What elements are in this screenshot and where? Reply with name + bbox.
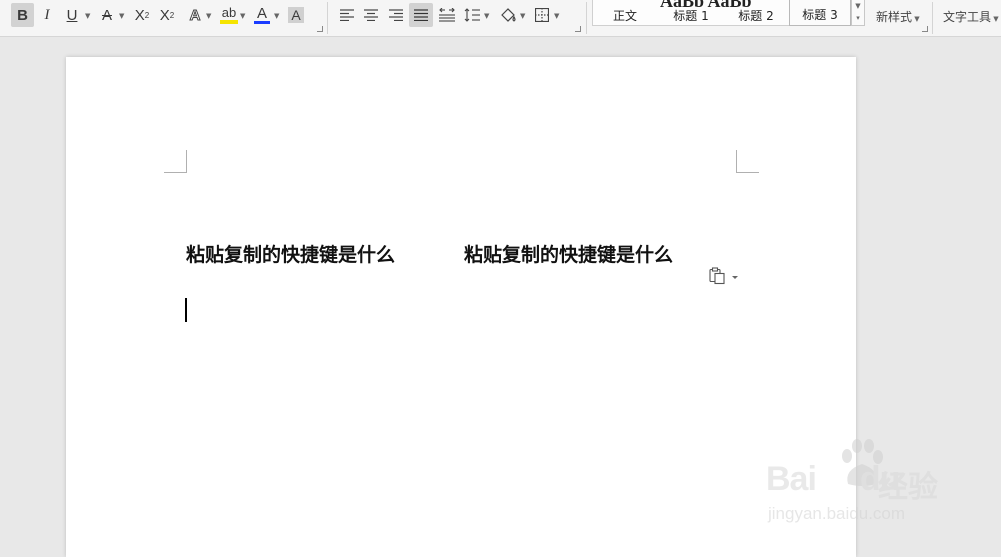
font-color-dropdown-icon[interactable]: ▼: [274, 12, 279, 20]
document-text[interactable]: 粘贴复制的快捷键是什么: [464, 240, 673, 267]
bold-label: B: [17, 6, 28, 24]
group-divider: [327, 2, 328, 34]
style-item-label: 标题 2: [738, 9, 774, 23]
document-text[interactable]: 粘贴复制的快捷键是什么: [186, 240, 395, 267]
borders-icon: [535, 8, 549, 22]
strikethrough-dropdown-icon[interactable]: ▼: [119, 12, 124, 20]
distributed-align-icon: [439, 8, 455, 22]
bold-button[interactable]: B: [11, 3, 34, 27]
highlight-button[interactable]: ab: [217, 3, 241, 27]
group-divider: [932, 2, 933, 34]
char-shading-label: A: [288, 7, 304, 23]
text-effect-button[interactable]: A: [184, 3, 206, 27]
style-item-label: 标题 1: [673, 9, 709, 23]
styles-dialog-launcher-icon[interactable]: [922, 26, 928, 32]
italic-label: I: [44, 6, 50, 23]
align-center-icon: [364, 9, 378, 21]
shading-button[interactable]: [497, 3, 519, 27]
underline-button[interactable]: U: [61, 3, 83, 27]
watermark-url: jingyan.baidu.com: [768, 504, 906, 523]
align-left-icon: [340, 9, 354, 21]
style-item-label: 正文: [612, 9, 637, 23]
document-page[interactable]: 粘贴复制的快捷键是什么 粘贴复制的快捷键是什么: [66, 57, 856, 557]
underline-dropdown-icon[interactable]: ▼: [85, 12, 90, 20]
chevron-down-icon: ▼: [912, 15, 920, 23]
justify-button[interactable]: [409, 3, 433, 27]
paragraph-dialog-launcher-icon[interactable]: [575, 26, 581, 32]
watermark-cn: 经验: [878, 470, 938, 505]
style-item-normal[interactable]: 正文: [594, 0, 656, 26]
highlight-color-bar: [220, 20, 238, 24]
font-color-bar: [254, 21, 270, 24]
chevron-down-icon: ▼: [991, 15, 999, 23]
paint-bucket-icon: [501, 8, 516, 22]
italic-button[interactable]: I: [37, 3, 57, 27]
strikethrough-label: A: [101, 6, 112, 24]
style-item-label: 标题 3: [802, 8, 838, 22]
align-center-button[interactable]: [360, 3, 382, 27]
baidu-jingyan-watermark: Bai du 经验 jingyan.baidu.com: [766, 438, 996, 530]
underline-label: U: [66, 6, 78, 24]
font-color-label: A: [256, 5, 267, 22]
new-style-button[interactable]: 新样式 ▼: [876, 8, 920, 25]
justify-icon: [414, 9, 428, 21]
group-divider: [586, 2, 587, 34]
strikethrough-button[interactable]: A: [96, 3, 118, 27]
font-color-button[interactable]: A: [251, 3, 273, 27]
margin-corner-mark: [164, 150, 187, 173]
align-left-button[interactable]: [336, 3, 358, 27]
superscript-button[interactable]: X2: [131, 3, 153, 27]
text-cursor: [185, 298, 187, 322]
style-item-heading2[interactable]: 标题 2: [725, 0, 787, 26]
subscript-label: X: [159, 6, 170, 24]
new-style-label: 新样式: [876, 10, 913, 24]
shading-dropdown-icon[interactable]: ▼: [520, 12, 525, 20]
text-effect-dropdown-icon[interactable]: ▼: [206, 12, 211, 20]
highlight-dropdown-icon[interactable]: ▼: [240, 12, 245, 20]
style-item-heading3[interactable]: 标题 3: [789, 0, 851, 26]
line-spacing-button[interactable]: [461, 3, 483, 27]
margin-corner-mark: [736, 150, 759, 173]
borders-dropdown-icon[interactable]: ▼: [554, 12, 559, 20]
highlight-label: ab: [221, 5, 237, 20]
distributed-align-button[interactable]: [436, 3, 458, 27]
char-shading-button[interactable]: A: [286, 3, 306, 27]
clipboard-icon: [709, 267, 738, 285]
formatting-ribbon: B I U ▼ A ▼ X2 X2 A ▼ ab ▼ A ▼ A ▼ ▼ ▼ A…: [0, 0, 1001, 37]
superscript-mark: 2: [144, 10, 150, 20]
superscript-label: X: [134, 6, 145, 24]
align-right-icon: [389, 9, 403, 21]
align-right-button[interactable]: [385, 3, 407, 27]
borders-button[interactable]: [531, 3, 553, 27]
text-tools-label: 文字工具: [943, 10, 992, 24]
line-spacing-dropdown-icon[interactable]: ▼: [484, 12, 489, 20]
text-tools-button[interactable]: 文字工具 ▼: [943, 8, 999, 25]
font-dialog-launcher-icon[interactable]: [317, 26, 323, 32]
styles-gallery-more-button[interactable]: ▼ ▾: [851, 0, 865, 26]
paste-options-button[interactable]: [708, 267, 738, 287]
style-item-heading1[interactable]: 标题 1: [660, 0, 722, 26]
watermark-brand-head: Bai: [766, 460, 817, 498]
subscript-button[interactable]: X2: [156, 3, 178, 27]
text-effect-label: A: [189, 6, 201, 24]
line-spacing-icon: [464, 8, 480, 22]
subscript-mark: 2: [169, 10, 175, 20]
chevron-down-icon: ▼ ▾: [855, 2, 861, 22]
